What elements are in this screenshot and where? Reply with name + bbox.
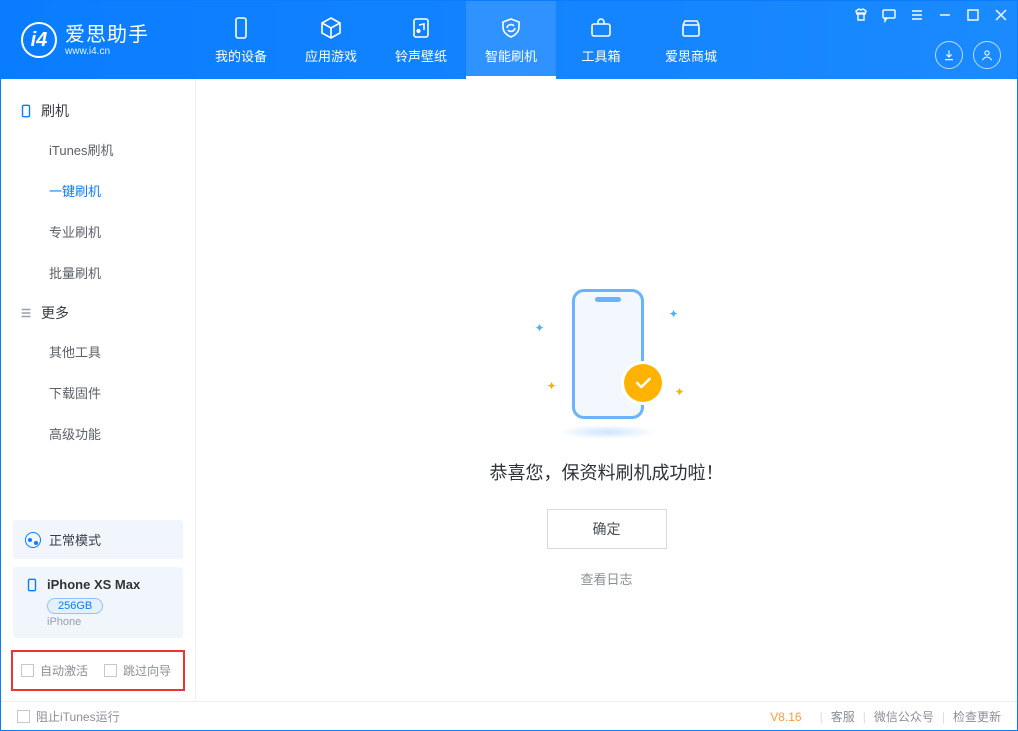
separator: | [942,710,945,724]
sidebar-item-batch-flash[interactable]: 批量刷机 [1,252,195,293]
footer-link-update[interactable]: 检查更新 [953,708,1001,725]
sidebar-item-oneclick-flash[interactable]: 一键刷机 [1,170,195,211]
phone-icon [25,578,39,592]
separator: | [863,710,866,724]
device-card[interactable]: iPhone XS Max 256GB iPhone [13,567,183,638]
checkbox-icon [21,664,34,677]
sidebar-item-advanced[interactable]: 高级功能 [1,413,195,454]
app-title: 爱思助手 [65,24,149,46]
sparkle-icon: ✦ [668,307,678,321]
nav-label: 我的设备 [215,46,267,65]
checkbox-skip-guide[interactable]: 跳过向导 [104,662,171,679]
sidebar-item-itunes-flash[interactable]: iTunes刷机 [1,129,195,170]
checkbox-icon [17,710,30,723]
top-nav: 我的设备 应用游戏 铃声壁纸 智能刷机 工具箱 爱思商城 [196,1,736,79]
refresh-shield-icon [499,16,523,40]
mode-icon [25,532,41,548]
maximize-icon[interactable] [965,7,981,23]
checkbox-block-itunes[interactable]: 阻止iTunes运行 [17,708,120,725]
sparkle-icon: ✦ [547,379,557,393]
main-content: ✦ ✦ ✦ ✦ 恭喜您，保资料刷机成功啦！ 确定 查看日志 [196,79,1017,701]
nav-item-smart-flash[interactable]: 智能刷机 [466,1,556,79]
separator: | [820,710,823,724]
device-type: iPhone [47,616,171,628]
success-message: 恭喜您，保资料刷机成功啦！ [490,459,724,485]
music-file-icon [409,16,433,40]
section-title: 更多 [41,303,69,323]
phone-icon [229,16,253,40]
checkbox-label: 跳过向导 [123,662,171,679]
shadow-icon [557,425,657,439]
success-illustration: ✦ ✦ ✦ ✦ [517,279,697,439]
menu-icon[interactable] [909,7,925,23]
nav-item-store[interactable]: 爱思商城 [646,1,736,79]
close-icon[interactable] [993,7,1009,23]
device-mode-card[interactable]: 正常模式 [13,520,183,559]
device-name: iPhone XS Max [47,577,140,592]
download-button[interactable] [935,41,963,69]
logo-icon: i4 [21,22,57,58]
nav-item-apps-games[interactable]: 应用游戏 [286,1,376,79]
nav-label: 智能刷机 [485,46,537,65]
app-header: i4 爱思助手 www.i4.cn 我的设备 应用游戏 铃声壁纸 智能刷机 工具… [1,1,1017,79]
header-right-buttons [935,41,1001,69]
status-bar: 阻止iTunes运行 V8.16 | 客服 | 微信公众号 | 检查更新 [1,701,1017,731]
window-controls [853,7,1009,23]
list-icon [19,306,33,320]
sidebar: 刷机 iTunes刷机 一键刷机 专业刷机 批量刷机 更多 其他工具 下载固件 … [1,79,196,701]
sidebar-item-download-firmware[interactable]: 下载固件 [1,372,195,413]
toolbox-icon [589,16,613,40]
checkbox-icon [104,664,117,677]
skin-icon[interactable] [853,7,869,23]
ok-button[interactable]: 确定 [547,509,667,549]
store-icon [679,16,703,40]
device-mode-label: 正常模式 [49,530,101,549]
device-storage-badge: 256GB [47,598,103,614]
feedback-icon[interactable] [881,7,897,23]
sidebar-section-flash: 刷机 [1,91,195,129]
logo-area: i4 爱思助手 www.i4.cn [1,1,196,79]
checkbox-label: 阻止iTunes运行 [36,708,120,725]
result-panel: ✦ ✦ ✦ ✦ 恭喜您，保资料刷机成功啦！ 确定 查看日志 [490,279,724,588]
section-title: 刷机 [41,101,69,121]
minimize-icon[interactable] [937,7,953,23]
cube-icon [319,16,343,40]
sparkle-icon: ✦ [535,321,545,335]
checkbox-auto-activate[interactable]: 自动激活 [21,662,88,679]
highlighted-options: 自动激活 跳过向导 [11,650,185,691]
sidebar-section-more: 更多 [1,293,195,331]
nav-label: 应用游戏 [305,46,357,65]
nav-label: 工具箱 [581,46,620,65]
nav-item-toolbox[interactable]: 工具箱 [556,1,646,79]
device-icon [19,104,33,118]
checkbox-label: 自动激活 [40,662,88,679]
nav-label: 爱思商城 [665,46,717,65]
view-log-link[interactable]: 查看日志 [490,569,724,588]
sidebar-item-pro-flash[interactable]: 专业刷机 [1,211,195,252]
nav-label: 铃声壁纸 [395,46,447,65]
sidebar-item-other-tools[interactable]: 其他工具 [1,331,195,372]
nav-item-my-device[interactable]: 我的设备 [196,1,286,79]
version-label: V8.16 [770,710,801,724]
check-badge-icon [624,364,662,402]
footer-link-support[interactable]: 客服 [831,708,855,725]
sparkle-icon: ✦ [674,385,684,399]
footer-link-wechat[interactable]: 微信公众号 [874,708,934,725]
nav-item-ringtones-wallpapers[interactable]: 铃声壁纸 [376,1,466,79]
user-button[interactable] [973,41,1001,69]
app-subtitle: www.i4.cn [65,46,149,57]
